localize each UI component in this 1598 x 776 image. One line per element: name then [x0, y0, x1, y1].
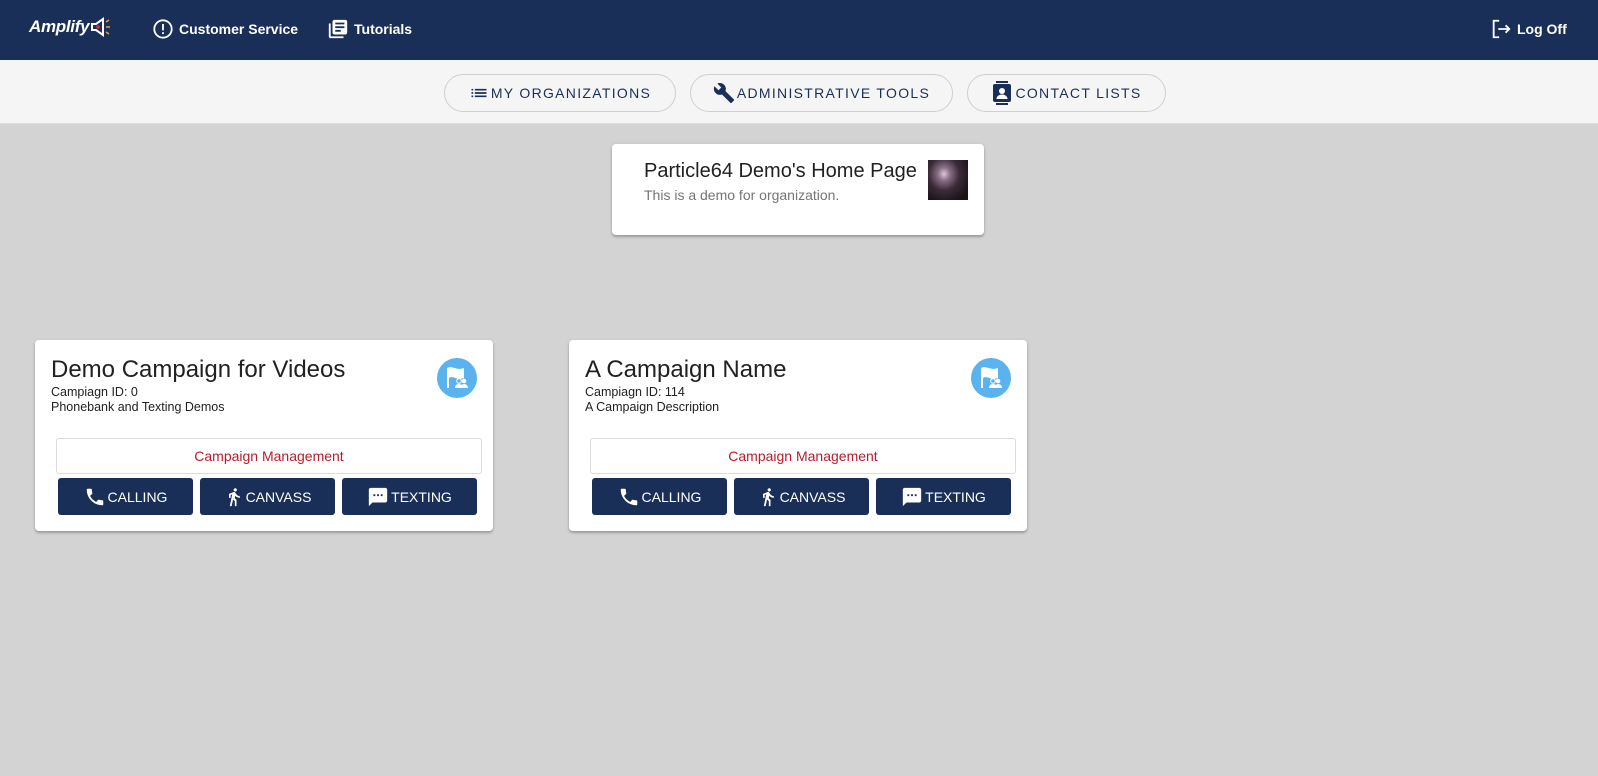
calling-button[interactable]: CALLING	[58, 478, 193, 515]
megaphone-icon	[91, 17, 111, 37]
sms-icon	[902, 487, 922, 506]
contact-book-icon	[993, 81, 1012, 105]
campaign-flag-icon	[437, 358, 477, 398]
organization-description: This is a demo for organization.	[644, 187, 840, 203]
log-off-button[interactable]: Log Off	[1490, 18, 1567, 40]
texting-button[interactable]: TEXTING	[876, 478, 1011, 515]
customer-service-label: Customer Service	[179, 21, 299, 37]
customer-service-link[interactable]: Customer Service	[152, 18, 298, 40]
calling-label: CALLING	[641, 488, 702, 505]
campaign-id: Campiagn ID: 114	[585, 385, 685, 399]
campaign-card: Demo Campaign for Videos Campiagn ID: 0 …	[35, 340, 493, 531]
phone-icon	[86, 488, 103, 505]
contact-lists-button[interactable]: CONTACT LISTS	[967, 74, 1166, 112]
sms-icon	[368, 487, 388, 506]
campaign-title: A Campaign Name	[585, 356, 787, 383]
campaign-card: A Campaign Name Campiagn ID: 114 A Campa…	[569, 340, 1027, 531]
library-books-icon	[328, 19, 348, 39]
campaign-flag-icon	[971, 358, 1011, 398]
canvass-button[interactable]: CANVASS	[734, 478, 869, 515]
administrative-tools-label: ADMINISTRATIVE TOOLS	[736, 85, 931, 101]
list-icon	[471, 88, 487, 98]
logout-icon	[1492, 19, 1511, 39]
tutorials-label: Tutorials	[354, 21, 413, 37]
my-organizations-label: MY ORGANIZATIONS	[490, 85, 652, 101]
calling-button[interactable]: CALLING	[592, 478, 727, 515]
campaign-title: Demo Campaign for Videos	[51, 356, 346, 383]
texting-button[interactable]: TEXTING	[342, 478, 477, 515]
administrative-tools-button[interactable]: ADMINISTRATIVE TOOLS	[690, 74, 953, 112]
campaign-description: Phonebank and Texting Demos	[51, 400, 225, 414]
wrench-icon	[713, 83, 734, 104]
walking-person-icon	[228, 487, 240, 506]
campaign-management-button[interactable]: Campaign Management	[590, 438, 1016, 474]
organization-title: Particle64 Demo's Home Page	[644, 160, 917, 182]
canvass-button[interactable]: CANVASS	[200, 478, 335, 515]
campaign-description: A Campaign Description	[585, 400, 720, 414]
alert-circle-icon	[153, 19, 173, 39]
contact-lists-label: CONTACT LISTS	[1015, 85, 1142, 101]
log-off-label: Log Off	[1517, 21, 1567, 37]
amplify-logo[interactable]: Amplify	[29, 17, 112, 37]
organization-thumbnail	[928, 160, 968, 200]
texting-label: TEXTING	[925, 488, 986, 505]
walking-person-icon	[762, 487, 774, 506]
canvass-label: CANVASS	[245, 488, 312, 505]
campaign-id: Campiagn ID: 0	[51, 385, 138, 399]
tutorials-link[interactable]: Tutorials	[327, 18, 412, 40]
canvass-label: CANVASS	[779, 488, 846, 505]
phone-icon	[620, 488, 637, 505]
calling-label: CALLING	[107, 488, 168, 505]
campaign-management-button[interactable]: Campaign Management	[56, 438, 482, 474]
secondary-nav-bar: MY ORGANIZATIONS ADMINISTRATIVE TOOLS CO…	[0, 60, 1598, 124]
texting-label: TEXTING	[391, 488, 452, 505]
top-app-bar: Amplify Customer Service Tutorials Log O…	[0, 0, 1598, 60]
my-organizations-button[interactable]: MY ORGANIZATIONS	[444, 74, 676, 112]
logo-text: Amplify	[29, 17, 90, 36]
organization-card[interactable]: Particle64 Demo's Home Page This is a de…	[612, 144, 984, 235]
